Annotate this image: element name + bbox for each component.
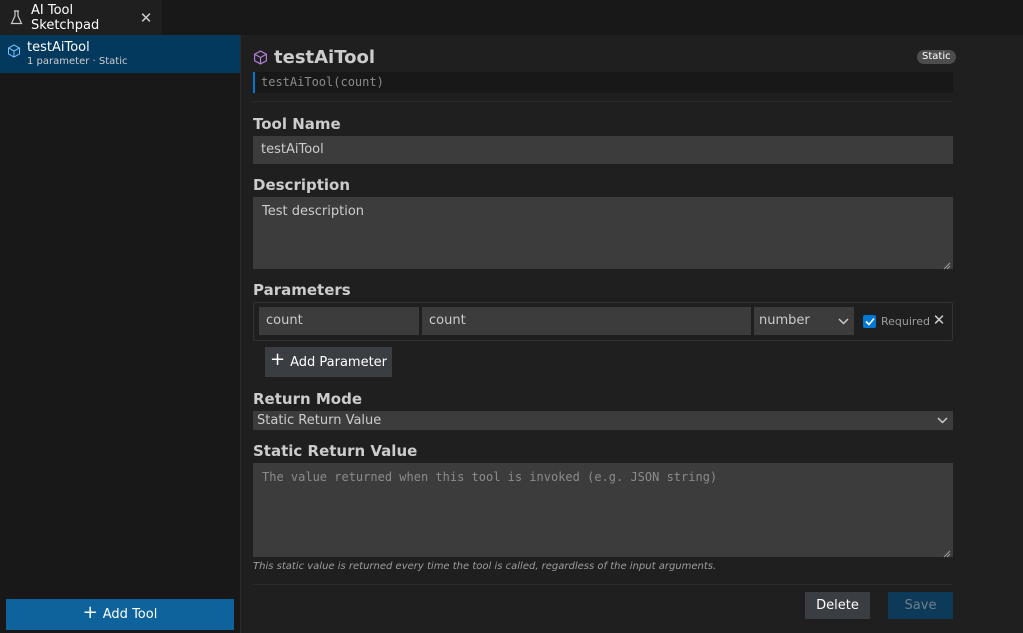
description-textarea[interactable]: Test description <box>253 197 953 270</box>
tab-label: AI Tool Sketchpad <box>31 2 100 33</box>
plus-icon: + <box>82 601 98 623</box>
description-label: Description <box>253 176 351 194</box>
parameter-row: count count number Required ✕ <box>253 302 953 341</box>
tool-sidebar: testAiTool 1 parameter · Static + Add To… <box>0 35 241 633</box>
resize-grip-icon[interactable] <box>943 547 951 558</box>
page-title: testAiTool <box>274 46 376 68</box>
chevron-down-icon <box>937 411 949 430</box>
add-parameter-button[interactable]: + Add Parameter <box>265 347 392 377</box>
tab-ai-tool-sketchpad[interactable]: AI Tool Sketchpad ✕ <box>0 0 162 35</box>
parameter-type-select[interactable]: number <box>754 307 854 335</box>
save-button[interactable]: Save <box>888 592 953 619</box>
parameter-type-value: number <box>759 313 810 328</box>
required-label: Required <box>881 315 930 328</box>
resize-grip-icon[interactable] <box>943 259 951 270</box>
chevron-down-icon <box>838 307 850 335</box>
plus-icon: + <box>269 349 286 370</box>
return-mode-value: Static Return Value <box>257 413 382 428</box>
return-mode-select[interactable]: Static Return Value <box>253 411 953 430</box>
tool-item-subtitle: 1 parameter · Static <box>27 56 128 67</box>
add-tool-button[interactable]: + Add Tool <box>6 599 234 630</box>
static-return-placeholder: The value returned when this tool is inv… <box>262 470 718 484</box>
parameter-name-input[interactable]: count <box>259 307 419 335</box>
editor-header: testAiTool <box>253 46 953 68</box>
tool-name-label: Tool Name <box>253 115 341 133</box>
static-return-label: Static Return Value <box>253 442 418 460</box>
cube-icon <box>253 49 268 65</box>
static-return-hint: This static value is returned every time… <box>253 561 717 572</box>
return-mode-label: Return Mode <box>253 390 363 408</box>
tool-editor: testAiTool Static testAiTool(count) Tool… <box>241 35 1023 633</box>
divider <box>253 101 953 102</box>
divider <box>253 584 953 585</box>
status-badge: Static <box>917 50 956 64</box>
parameters-label: Parameters <box>253 281 351 299</box>
required-checkbox[interactable] <box>863 315 876 328</box>
add-tool-label: Add Tool <box>102 607 158 622</box>
remove-parameter-icon[interactable]: ✕ <box>932 311 946 331</box>
cube-icon <box>7 44 21 58</box>
parameter-description-input[interactable]: count <box>422 307 751 335</box>
tool-signature: testAiTool(count) <box>253 72 953 93</box>
close-icon[interactable]: ✕ <box>139 9 153 27</box>
tool-item-name: testAiTool <box>27 40 90 55</box>
beaker-icon <box>10 10 24 26</box>
required-toggle[interactable]: Required <box>863 315 930 328</box>
delete-button[interactable]: Delete <box>805 592 870 619</box>
tool-name-input[interactable]: testAiTool <box>253 136 953 164</box>
editor-tab-bar: AI Tool Sketchpad ✕ <box>0 0 1023 35</box>
static-return-textarea[interactable]: The value returned when this tool is inv… <box>253 463 953 558</box>
add-parameter-label: Add Parameter <box>290 354 388 370</box>
tool-list-item[interactable]: testAiTool 1 parameter · Static <box>0 35 240 73</box>
description-text: Test description <box>262 204 365 219</box>
